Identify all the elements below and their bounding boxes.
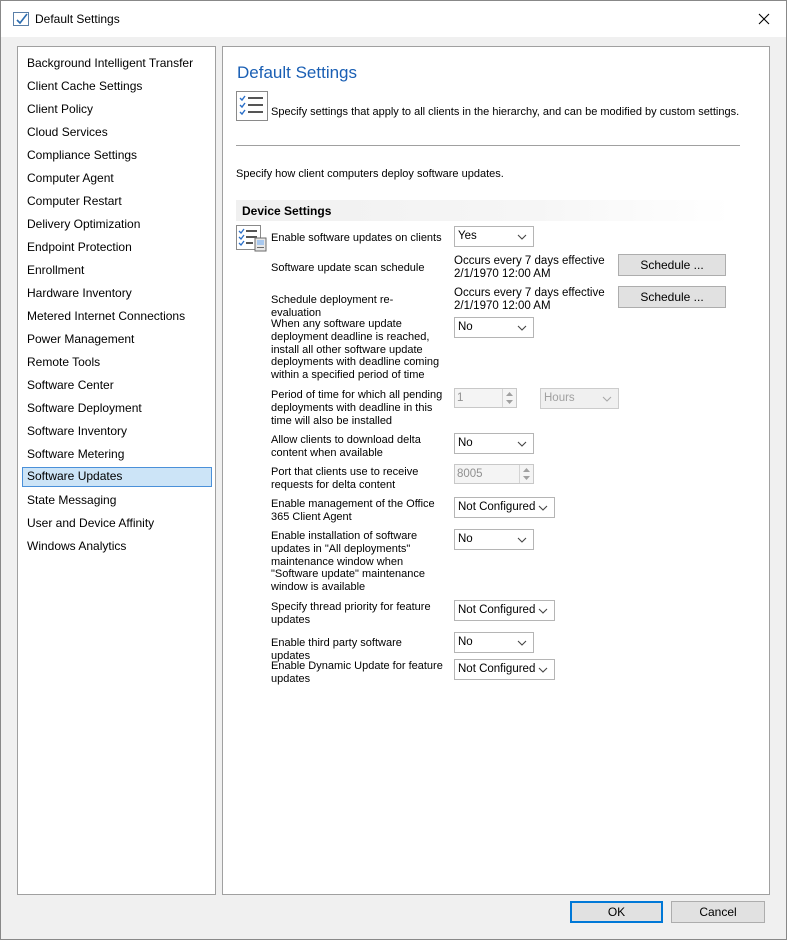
enable-updates-label: Enable software updates on clients (271, 232, 442, 244)
chevron-down-icon (517, 537, 527, 543)
enable-updates-value: Yes (458, 230, 477, 242)
ok-button[interactable]: OK (570, 901, 663, 923)
dynamic-update-dropdown[interactable]: Not Configured (454, 659, 555, 680)
chevron-down-icon (517, 325, 527, 331)
nav-item-software-deployment[interactable]: Software Deployment (22, 399, 212, 419)
period-unit-dropdown[interactable]: Hours (540, 388, 619, 409)
settings-nav-list[interactable]: Background Intelligent Transfer Client C… (17, 46, 216, 895)
chevron-down-icon (602, 396, 612, 402)
nav-item-metered-internet-connections[interactable]: Metered Internet Connections (22, 307, 212, 327)
chevron-down-icon (538, 667, 548, 673)
period-unit-value: Hours (544, 392, 575, 404)
scan-schedule-value-line2: 2/1/1970 12:00 AM (454, 268, 551, 280)
stepper-up-icon (506, 392, 513, 396)
nav-item-client-policy[interactable]: Client Policy (22, 100, 212, 120)
delta-label: Allow clients to download delta content … (271, 434, 421, 459)
nav-item-software-metering[interactable]: Software Metering (22, 445, 212, 465)
nav-item-endpoint-protection[interactable]: Endpoint Protection (22, 238, 212, 258)
nav-item-delivery-optimization[interactable]: Delivery Optimization (22, 215, 212, 235)
delta-port-label: Port that clients use to receive request… (271, 466, 419, 491)
nav-item-software-updates[interactable]: Software Updates (22, 467, 212, 487)
settings-computer-icon (236, 225, 268, 256)
reevaluation-value-line2: 2/1/1970 12:00 AM (454, 300, 551, 312)
stepper-down-icon (523, 476, 530, 480)
maintenance-window-dropdown[interactable]: No (454, 529, 534, 550)
window-title: Default Settings (35, 12, 120, 26)
device-settings-header: Device Settings (236, 200, 731, 221)
nav-item-user-and-device-affinity[interactable]: User and Device Affinity (22, 514, 212, 534)
nav-item-state-messaging[interactable]: State Messaging (22, 491, 212, 511)
nav-item-computer-agent[interactable]: Computer Agent (22, 169, 212, 189)
scan-schedule-label: Software update scan schedule (271, 262, 425, 274)
deadline-dropdown[interactable]: No (454, 317, 534, 338)
scan-schedule-button[interactable]: Schedule ... (618, 254, 726, 276)
period-label: Period of time for which all pending dep… (271, 389, 443, 427)
checklist-icon (236, 91, 268, 124)
settings-dialog: Default Settings Background Intelligent … (0, 0, 787, 940)
delta-dropdown[interactable]: No (454, 433, 534, 454)
third-party-dropdown[interactable]: No (454, 632, 534, 653)
nav-item-hardware-inventory[interactable]: Hardware Inventory (22, 284, 212, 304)
thread-priority-label: Specify thread priority for feature upda… (271, 601, 431, 626)
section-title: Device Settings (242, 204, 332, 218)
header-divider (236, 145, 740, 146)
office365-dropdown[interactable]: Not Configured (454, 497, 555, 518)
delta-value: No (458, 437, 473, 449)
settings-content-panel: Default Settings Specify settings that a… (222, 46, 770, 895)
chevron-down-icon (538, 608, 548, 614)
period-stepper-buttons[interactable] (502, 389, 516, 407)
thread-priority-value: Not Configured (458, 604, 536, 616)
third-party-label: Enable third party software updates (271, 637, 402, 662)
chevron-down-icon (517, 441, 527, 447)
section-intro: Specify how client computers deploy soft… (236, 168, 504, 180)
maintenance-window-label: Enable installation of software updates … (271, 530, 425, 594)
nav-item-enrollment[interactable]: Enrollment (22, 261, 212, 281)
nav-item-computer-restart[interactable]: Computer Restart (22, 192, 212, 212)
period-stepper[interactable]: 1 (454, 388, 517, 408)
nav-item-power-management[interactable]: Power Management (22, 330, 212, 350)
reevaluation-label: Schedule deployment re-evaluation (271, 294, 394, 319)
scan-schedule-value-line1: Occurs every 7 days effective (454, 255, 605, 267)
enable-updates-dropdown[interactable]: Yes (454, 226, 534, 247)
reevaluation-schedule-button[interactable]: Schedule ... (618, 286, 726, 308)
nav-item-client-cache-settings[interactable]: Client Cache Settings (22, 77, 212, 97)
title-bar: Default Settings (1, 1, 786, 37)
office365-label: Enable management of the Office 365 Clie… (271, 498, 435, 523)
reevaluation-value-line1: Occurs every 7 days effective (454, 287, 605, 299)
dynamic-update-label: Enable Dynamic Update for feature update… (271, 660, 443, 685)
settings-check-icon (13, 12, 29, 26)
deadline-value: No (458, 321, 473, 333)
thread-priority-dropdown[interactable]: Not Configured (454, 600, 555, 621)
delta-port-stepper[interactable]: 8005 (454, 464, 534, 484)
maintenance-window-value: No (458, 533, 473, 545)
delta-port-stepper-buttons[interactable] (519, 465, 533, 483)
stepper-up-icon (523, 468, 530, 472)
dynamic-update-value: Not Configured (458, 663, 536, 675)
delta-port-value: 8005 (457, 468, 483, 480)
nav-item-software-inventory[interactable]: Software Inventory (22, 422, 212, 442)
cancel-button[interactable]: Cancel (671, 901, 765, 923)
period-value: 1 (457, 392, 464, 404)
deadline-label: When any software update deployment dead… (271, 318, 440, 382)
page-description: Specify settings that apply to all clien… (271, 106, 740, 118)
chevron-down-icon (517, 234, 527, 240)
page-title: Default Settings (237, 63, 358, 82)
close-icon (758, 13, 770, 25)
chevron-down-icon (517, 640, 527, 646)
chevron-down-icon (538, 505, 548, 511)
nav-item-remote-tools[interactable]: Remote Tools (22, 353, 212, 373)
nav-item-compliance-settings[interactable]: Compliance Settings (22, 146, 212, 166)
nav-item-background-intelligent-transfer[interactable]: Background Intelligent Transfer (22, 54, 212, 74)
nav-item-windows-analytics[interactable]: Windows Analytics (22, 537, 212, 557)
third-party-value: No (458, 636, 473, 648)
office365-value: Not Configured (458, 501, 536, 513)
nav-item-software-center[interactable]: Software Center (22, 376, 212, 396)
close-button[interactable] (742, 1, 786, 37)
nav-item-cloud-services[interactable]: Cloud Services (22, 123, 212, 143)
stepper-down-icon (506, 400, 513, 404)
